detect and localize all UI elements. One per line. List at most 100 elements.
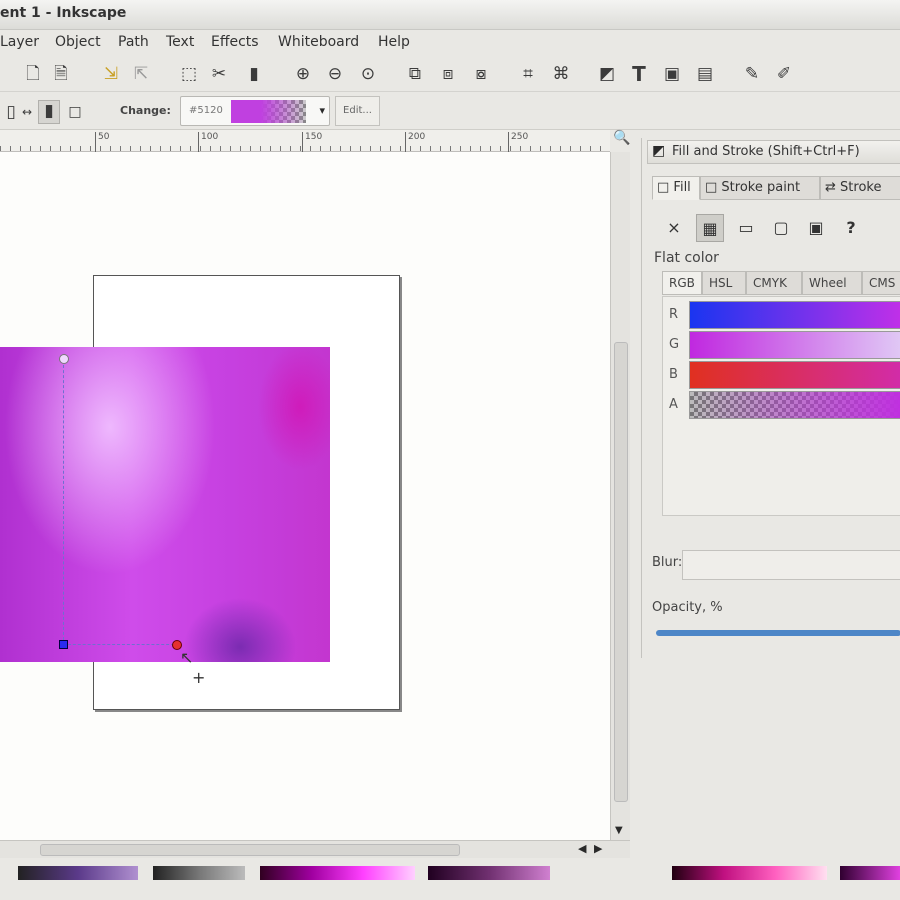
linear-gradient-icon[interactable]: ▭ bbox=[732, 214, 760, 242]
tab-fill[interactable]: □ Fill bbox=[652, 176, 700, 200]
pointer-cursor-icon: ↖ bbox=[180, 648, 194, 667]
menu-whiteboard[interactable]: Whiteboard bbox=[278, 34, 359, 50]
gradient-center-handle[interactable] bbox=[59, 640, 68, 649]
red-channel-slider[interactable] bbox=[689, 301, 900, 329]
fill-stroke-icon[interactable]: ◩ bbox=[596, 64, 618, 84]
slider-row-a: A bbox=[663, 391, 900, 419]
alpha-channel-slider[interactable] bbox=[689, 391, 900, 419]
group-icon[interactable]: ⧇ bbox=[470, 64, 492, 84]
channel-label: R bbox=[669, 307, 679, 322]
gradient-vector-line bbox=[63, 360, 64, 645]
dialog-header[interactable]: ◩ Fill and Stroke (Shift+Ctrl+F) bbox=[647, 140, 900, 164]
layers-icon[interactable]: ▤ bbox=[694, 64, 716, 84]
zoom-corner-icon[interactable]: 🔍 bbox=[613, 130, 630, 146]
horizontal-scrollbar[interactable]: ◀ ▶ bbox=[0, 840, 630, 858]
slider-row-r: R bbox=[663, 301, 900, 329]
gradient-stop-select[interactable]: #5120 ▾ bbox=[180, 96, 330, 126]
flat-color-icon[interactable]: ▦ bbox=[696, 214, 724, 242]
menu-help[interactable]: Help bbox=[378, 34, 410, 50]
palette-swatch-group[interactable] bbox=[840, 866, 900, 880]
zoom-in-icon[interactable]: ⊕ bbox=[292, 64, 314, 84]
dialog-title: Fill and Stroke (Shift+Ctrl+F) bbox=[672, 144, 860, 159]
zoom-out-icon[interactable]: ⊖ bbox=[324, 64, 346, 84]
tab-cmyk[interactable]: CMYK bbox=[746, 271, 802, 295]
stop-color-swatch bbox=[231, 100, 306, 123]
swap-icon[interactable]: ↔ bbox=[16, 102, 38, 122]
palette-swatch-group[interactable] bbox=[153, 866, 245, 880]
color-mode-tabs: RGB HSL CMYK Wheel CMS bbox=[662, 271, 900, 295]
import-icon[interactable]: ⇲ bbox=[100, 64, 122, 84]
tab-stroke-paint[interactable]: □ Stroke paint bbox=[700, 176, 820, 200]
stroke-target-icon[interactable]: □ bbox=[64, 102, 86, 122]
scroll-down-icon[interactable]: ▼ bbox=[615, 825, 623, 836]
cut-icon[interactable]: ✂ bbox=[208, 64, 230, 84]
edit-gradient-button[interactable]: Edit... bbox=[335, 96, 380, 126]
palette-swatch-group[interactable] bbox=[428, 866, 550, 880]
fill-target-icon[interactable]: ▮ bbox=[38, 100, 60, 124]
vertical-scroll-thumb[interactable] bbox=[614, 342, 628, 802]
scroll-right-icon[interactable]: ▶ bbox=[594, 842, 602, 855]
tab-wheel[interactable]: Wheel bbox=[802, 271, 862, 295]
channel-label: A bbox=[669, 397, 678, 412]
clone-icon[interactable]: ⧈ bbox=[437, 64, 459, 84]
horizontal-scroll-thumb[interactable] bbox=[40, 844, 460, 856]
paste-icon[interactable]: ▮ bbox=[243, 64, 265, 84]
channel-label: B bbox=[669, 367, 678, 382]
text-tool-icon[interactable]: T bbox=[628, 64, 650, 84]
open-icon[interactable]: 🗎 bbox=[50, 64, 72, 84]
pattern-icon[interactable]: ▣ bbox=[802, 214, 830, 242]
scroll-left-icon[interactable]: ◀ bbox=[578, 842, 586, 855]
ruler-label: 150 bbox=[305, 132, 323, 142]
menu-effects[interactable]: Effects bbox=[211, 34, 259, 50]
vertical-scrollbar[interactable]: 🔍 ▼ bbox=[610, 130, 630, 840]
stop-id: #5120 bbox=[189, 105, 223, 116]
color-sliders: R G B A bbox=[662, 296, 900, 516]
palette-swatch-group[interactable] bbox=[260, 866, 415, 880]
horizontal-ruler: 50 100 150 200 250 bbox=[0, 130, 610, 152]
green-channel-slider[interactable] bbox=[689, 331, 900, 359]
unset-icon[interactable]: ? bbox=[837, 214, 865, 242]
zoom-fit-icon[interactable]: ⊙ bbox=[357, 64, 379, 84]
blur-label: Blur: bbox=[652, 555, 683, 570]
distribute-icon[interactable]: ⌘ bbox=[550, 64, 572, 84]
gradient-vector-line bbox=[63, 644, 179, 645]
export-icon[interactable]: ⇱ bbox=[130, 64, 152, 84]
xml-editor-icon[interactable]: ▣ bbox=[661, 64, 683, 84]
new-document-icon[interactable]: 🗋 bbox=[22, 64, 44, 84]
pen-icon[interactable]: ✐ bbox=[773, 64, 795, 84]
gradient-tool-controls: ▯ ↔ ▮ □ Change: bbox=[0, 92, 900, 130]
blue-channel-slider[interactable] bbox=[689, 361, 900, 389]
align-icon[interactable]: ⌗ bbox=[517, 64, 539, 84]
gradient-end-handle[interactable] bbox=[59, 354, 69, 364]
menu-path[interactable]: Path bbox=[118, 34, 149, 50]
opacity-slider[interactable] bbox=[656, 630, 900, 636]
no-paint-icon[interactable]: × bbox=[660, 214, 688, 242]
ruler-label: 250 bbox=[511, 132, 529, 142]
commands-toolbar: 🗋 🗎 ⇲ ⇱ ⬚ ✂ ▮ ⊕ ⊖ ⊙ ⧉ ⧈ ⧇ ⌗ ⌘ ◩ T ▣ ▤ ✎ … bbox=[0, 56, 900, 92]
blur-slider[interactable] bbox=[682, 550, 900, 580]
print-icon[interactable]: ⬚ bbox=[178, 64, 200, 84]
window-title: ent 1 - Inkscape bbox=[0, 5, 127, 21]
ruler-label: 200 bbox=[408, 132, 426, 142]
tab-cms[interactable]: CMS bbox=[862, 271, 900, 295]
radial-gradient-icon[interactable]: ▢ bbox=[767, 214, 795, 242]
tab-rgb[interactable]: RGB bbox=[662, 271, 702, 295]
menu-layer[interactable]: Layer bbox=[0, 34, 39, 50]
menu-object[interactable]: Object bbox=[55, 34, 101, 50]
preferences-icon[interactable]: ✎ bbox=[741, 64, 763, 84]
slider-row-g: G bbox=[663, 331, 900, 359]
crosshair-cursor-icon: + bbox=[192, 668, 206, 687]
duplicate-icon[interactable]: ⧉ bbox=[404, 64, 426, 84]
tab-stroke-style[interactable]: ⇄ Stroke bbox=[820, 176, 900, 200]
palette-swatch-group[interactable] bbox=[18, 866, 138, 880]
palette-swatch-group[interactable] bbox=[672, 866, 827, 880]
fill-stroke-tabs: □ Fill □ Stroke paint ⇄ Stroke bbox=[652, 176, 900, 200]
gradient-rectangle[interactable] bbox=[0, 347, 330, 662]
window-titlebar: ent 1 - Inkscape bbox=[0, 0, 900, 30]
tab-hsl[interactable]: HSL bbox=[702, 271, 746, 295]
channel-label: G bbox=[669, 337, 680, 352]
slider-row-b: B bbox=[663, 361, 900, 389]
menu-text[interactable]: Text bbox=[166, 34, 194, 50]
chevron-down-icon[interactable]: ▾ bbox=[319, 104, 325, 117]
fill-stroke-dialog: ◩ Fill and Stroke (Shift+Ctrl+F) □ Fill … bbox=[641, 138, 900, 658]
